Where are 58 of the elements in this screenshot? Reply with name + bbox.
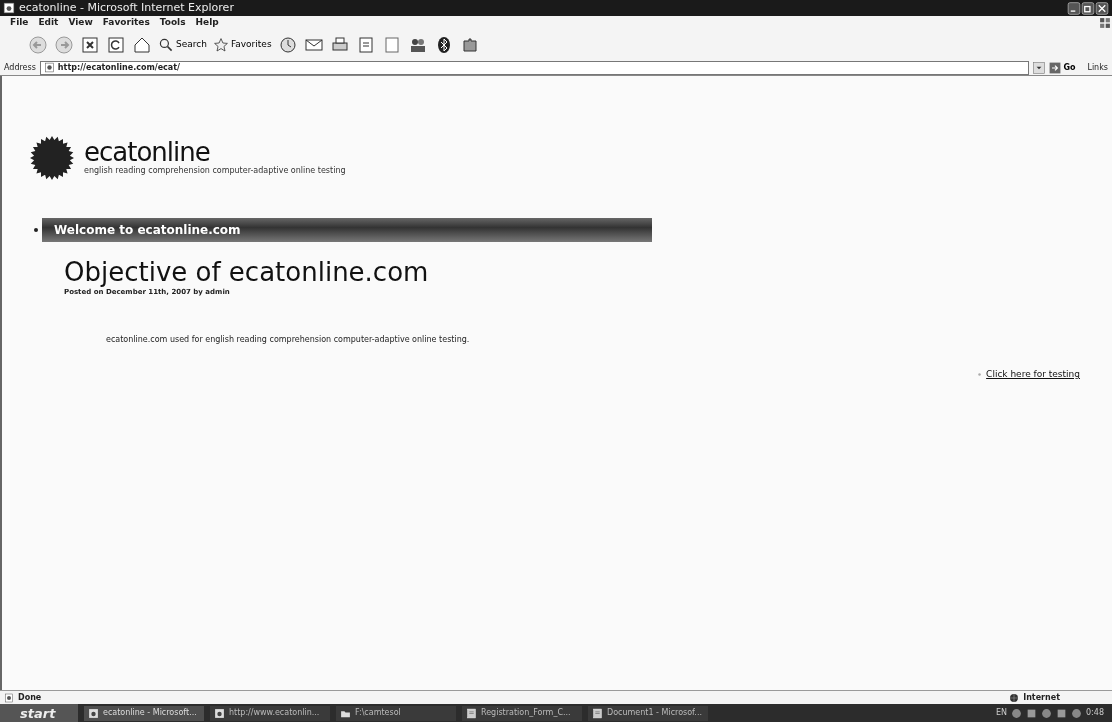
stop-icon[interactable] — [80, 35, 100, 55]
bullet-icon — [977, 372, 983, 378]
windows-logo-icon — [1098, 16, 1112, 30]
site-name: ecatonline — [84, 139, 211, 165]
search-button[interactable]: Search — [158, 37, 207, 53]
nav-link[interactable]: Welcome to ecatonline.com — [42, 218, 652, 242]
post-body: ecatonline.com used for english reading comprehension computer-adaptive online testing. — [106, 334, 471, 347]
clock-text: 0:48 — [1086, 707, 1104, 719]
close-icon[interactable] — [1095, 1, 1109, 15]
forward-icon[interactable] — [54, 35, 74, 55]
page-icon — [4, 692, 14, 703]
site-tagline: english reading comprehension computer-adaptive online testing — [84, 165, 346, 177]
browser-icon — [214, 707, 225, 719]
clock-icon[interactable] — [277, 35, 298, 55]
start-button[interactable]: start — [0, 704, 78, 722]
tray-icon[interactable] — [1056, 707, 1068, 719]
home-icon[interactable] — [132, 35, 152, 55]
taskbar-button[interactable]: Registration_Form_C... — [462, 705, 582, 721]
globe-icon — [1009, 692, 1020, 703]
document-icon — [466, 707, 477, 719]
taskbar-button[interactable]: http://www.ecatonlin... — [210, 705, 330, 721]
browser-icon — [3, 2, 15, 14]
back-icon[interactable] — [28, 35, 48, 55]
menu-item[interactable]: Tools — [159, 16, 186, 30]
browser-icon — [88, 707, 99, 719]
taskbar-button[interactable]: Document1 - Microsof... — [588, 705, 708, 721]
tray-icon[interactable] — [1071, 707, 1083, 719]
minimize-icon[interactable] — [1067, 1, 1081, 15]
testing-link[interactable]: Click here for testing — [986, 368, 1080, 382]
address-label: Address — [4, 61, 36, 74]
search-icon — [158, 37, 174, 53]
bullet-icon — [34, 228, 38, 232]
menu-item[interactable]: Help — [195, 16, 219, 30]
go-button[interactable]: Go — [1049, 61, 1076, 74]
tray-icon[interactable] — [1011, 707, 1023, 719]
language-indicator[interactable]: EN — [996, 707, 1008, 719]
restore-icon[interactable] — [1081, 1, 1095, 15]
tray-icon[interactable] — [1026, 707, 1038, 719]
document-icon — [592, 707, 603, 719]
zone-text: Internet — [1023, 691, 1060, 704]
post-title: Objective of ecatonline.com — [64, 258, 430, 287]
taskbar-button[interactable]: ecatonline - Microsoft... — [84, 705, 204, 721]
status-text: Done — [18, 691, 42, 704]
taskbar-button[interactable]: F:\camtesol — [336, 705, 456, 721]
menu-item[interactable]: Edit — [38, 16, 59, 30]
page-icon — [43, 62, 55, 73]
menu-item[interactable]: View — [68, 16, 93, 30]
star-icon — [212, 37, 229, 53]
links-button[interactable]: Links — [1087, 61, 1108, 74]
tray-icon[interactable] — [1041, 707, 1053, 719]
seal-logo-icon — [30, 136, 74, 180]
menu-item[interactable]: File — [10, 16, 29, 30]
dropdown-icon[interactable] — [1033, 61, 1046, 74]
window-title: ecatonline - Microsoft Internet Explorer — [19, 0, 234, 16]
menu-item[interactable]: Favorites — [102, 16, 150, 30]
favorites-button[interactable]: Favorites — [212, 37, 272, 53]
arrow-icon — [1049, 61, 1062, 74]
address-field[interactable]: http://ecatonline.com/ecat/ — [39, 60, 1030, 75]
